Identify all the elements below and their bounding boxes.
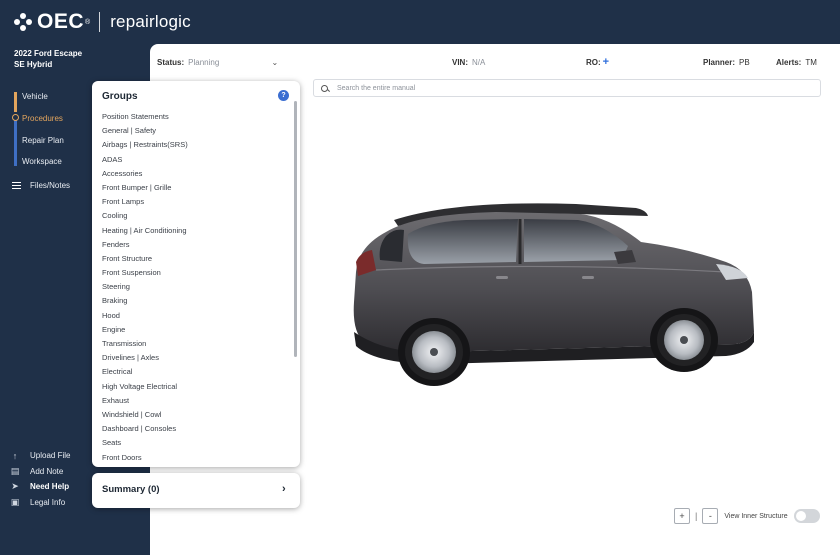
trademark: ® bbox=[85, 18, 91, 26]
inner-structure-toggle[interactable] bbox=[793, 509, 820, 523]
current-step-icon bbox=[12, 114, 19, 121]
note-icon: ▤ bbox=[10, 465, 20, 476]
top-header: OEC ® repairlogic bbox=[0, 0, 840, 44]
list-item[interactable]: Front Structure bbox=[102, 252, 188, 266]
need-help-label: Need Help bbox=[30, 482, 70, 492]
help-icon[interactable]: ? bbox=[278, 90, 289, 101]
progress-line-remaining bbox=[14, 120, 17, 166]
alerts-field: Alerts: TM bbox=[776, 58, 817, 67]
need-help-link[interactable]: ➤ Need Help bbox=[10, 479, 70, 495]
briefcase-icon: ▣ bbox=[10, 496, 20, 507]
progress-line-done bbox=[14, 92, 17, 112]
list-item[interactable]: Front Doors bbox=[102, 451, 188, 465]
list-item[interactable]: Exhaust bbox=[102, 394, 188, 408]
status-bar: Status: Planning ⌄ VIN: N/A RO: + Planner: P… bbox=[150, 44, 840, 80]
chevron-down-icon: ⌄ bbox=[271, 58, 279, 67]
planner-label: Planner: bbox=[703, 58, 736, 67]
add-note-link[interactable]: ▤ Add Note bbox=[10, 464, 70, 480]
planner-value: PB bbox=[739, 58, 750, 67]
zoom-separator: | bbox=[695, 511, 698, 521]
logo-divider bbox=[99, 12, 101, 32]
search-icon bbox=[321, 84, 328, 92]
nav-item-vehicle[interactable]: Vehicle bbox=[22, 92, 48, 101]
vin-value: N/A bbox=[472, 58, 486, 67]
list-item[interactable]: Front Suspension bbox=[102, 266, 188, 280]
add-ro-icon[interactable]: + bbox=[603, 56, 609, 68]
add-note-label: Add Note bbox=[30, 466, 64, 476]
list-item[interactable]: High Voltage Electrical bbox=[102, 380, 188, 394]
upload-file-link[interactable]: ↑ Upload File bbox=[10, 448, 71, 464]
planner-field: Planner: PB bbox=[703, 58, 750, 67]
list-item[interactable]: Front Lamps bbox=[102, 195, 188, 209]
vin-label: VIN: bbox=[452, 58, 468, 67]
status-value: Planning bbox=[188, 58, 220, 67]
files-notes-label: Files/Notes bbox=[30, 181, 71, 190]
list-item[interactable]: Accessories bbox=[102, 167, 188, 181]
vehicle-3d-model[interactable] bbox=[346, 192, 766, 387]
groups-scrollbar[interactable] bbox=[294, 101, 297, 357]
list-item[interactable]: Heating | Air Conditioning bbox=[102, 224, 188, 238]
brand-logo: OEC bbox=[37, 10, 85, 33]
legal-info-link[interactable]: ▣ Legal Info bbox=[10, 495, 70, 511]
viewer-controls: + | - View Inner Structure bbox=[674, 508, 820, 524]
chevron-right-icon: › bbox=[282, 483, 286, 495]
nav-item-repair-plan[interactable]: Repair Plan bbox=[22, 136, 64, 145]
alerts-value: TM bbox=[805, 58, 817, 67]
inner-structure-label: View Inner Structure bbox=[724, 512, 788, 520]
list-item[interactable]: General | Safety bbox=[102, 124, 188, 138]
list-item[interactable]: Position Statements bbox=[102, 110, 188, 124]
search-input[interactable]: Search the entire manual bbox=[313, 79, 821, 97]
bottom-links: ↑ Upload File ▤ Add Note ➤ Need Help ▣ L… bbox=[10, 448, 71, 511]
list-item[interactable]: Drivelines | Axles bbox=[102, 351, 188, 365]
list-item[interactable]: Cooling bbox=[102, 209, 188, 223]
ro-field: RO: + bbox=[586, 56, 609, 68]
nav-item-workspace[interactable]: Workspace bbox=[22, 157, 62, 166]
list-item[interactable]: Airbags | Restraints(SRS) bbox=[102, 138, 188, 152]
list-item[interactable]: Electrical bbox=[102, 365, 188, 379]
summary-panel[interactable]: Summary (0) › bbox=[92, 473, 300, 508]
list-item[interactable]: Transmission bbox=[102, 337, 188, 351]
groups-title: Groups bbox=[102, 91, 138, 102]
list-item[interactable]: Seats bbox=[102, 436, 188, 450]
list-item[interactable]: Braking bbox=[102, 294, 188, 308]
vehicle-title: 2022 Ford Escape SE Hybrid bbox=[14, 49, 83, 69]
status-dropdown[interactable]: Status: Planning ⌄ bbox=[157, 58, 278, 67]
zoom-out-button[interactable]: - bbox=[702, 508, 719, 524]
nav-item-files-notes[interactable]: Files/Notes bbox=[12, 181, 70, 190]
summary-title: Summary (0) bbox=[102, 484, 160, 495]
oec-logo-icon bbox=[14, 13, 32, 31]
legal-info-label: Legal Info bbox=[30, 497, 66, 507]
search-placeholder: Search the entire manual bbox=[337, 84, 416, 92]
group-list: Position Statements General | Safety Air… bbox=[102, 110, 188, 465]
status-label: Status: bbox=[157, 58, 185, 67]
ro-label: RO: bbox=[586, 58, 601, 67]
list-item[interactable]: Engine bbox=[102, 323, 188, 337]
list-item[interactable]: Steering bbox=[102, 280, 188, 294]
send-icon: ➤ bbox=[11, 481, 19, 492]
upload-file-label: Upload File bbox=[30, 451, 71, 461]
zoom-in-button[interactable]: + bbox=[674, 508, 690, 524]
alerts-label: Alerts: bbox=[776, 58, 802, 67]
list-item[interactable]: Windshield | Cowl bbox=[102, 408, 188, 422]
product-name: repairlogic bbox=[110, 12, 191, 31]
list-item[interactable]: Fenders bbox=[102, 238, 188, 252]
list-icon bbox=[12, 182, 21, 189]
list-item[interactable]: Hood bbox=[102, 309, 188, 323]
list-item[interactable]: Dashboard | Consoles bbox=[102, 422, 188, 436]
list-item[interactable]: Front Bumper | Grille bbox=[102, 181, 188, 195]
list-item[interactable]: ADAS bbox=[102, 153, 188, 167]
groups-panel: Groups ? Position Statements General | S… bbox=[92, 81, 300, 467]
vin-field: VIN: N/A bbox=[452, 58, 485, 67]
nav-item-procedures[interactable]: Procedures bbox=[22, 114, 63, 123]
upload-icon: ↑ bbox=[12, 450, 18, 461]
